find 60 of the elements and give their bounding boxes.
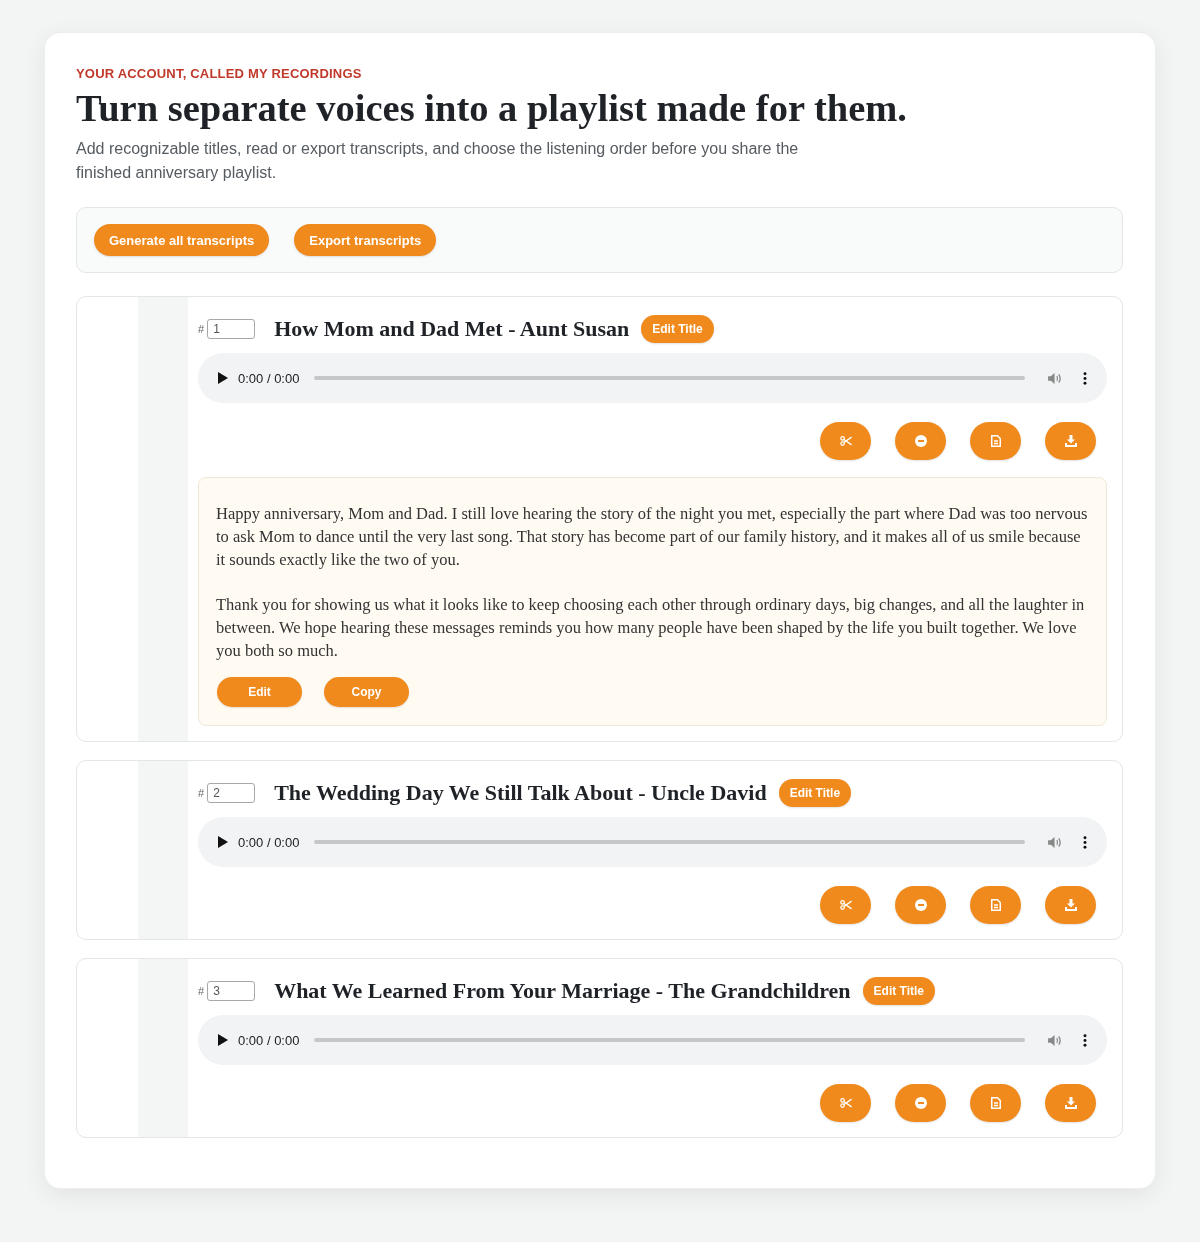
play-icon[interactable] xyxy=(218,372,228,384)
more-options-icon[interactable] xyxy=(1083,371,1087,385)
download-icon xyxy=(1064,435,1077,447)
remove-button[interactable] xyxy=(895,1084,946,1122)
scissors-icon xyxy=(839,1097,852,1109)
document-icon xyxy=(989,899,1002,911)
page-heading: Turn separate voices into a playlist made for them. xyxy=(76,87,908,129)
transcript-button[interactable] xyxy=(970,422,1021,460)
download-button[interactable] xyxy=(1045,422,1096,460)
remove-button[interactable] xyxy=(895,422,946,460)
trim-button[interactable] xyxy=(820,422,871,460)
seek-track[interactable] xyxy=(314,840,1025,844)
transcript-action-button[interactable]: Copy xyxy=(324,677,409,707)
trim-button[interactable] xyxy=(820,1084,871,1122)
more-options-icon[interactable] xyxy=(1083,835,1087,849)
recording-title: What We Learned From Your Marriage - The Grandchildren xyxy=(274,978,851,1004)
volume-icon[interactable] xyxy=(1048,371,1063,385)
download-icon xyxy=(1064,899,1077,911)
edit-title-button[interactable]: Edit Title xyxy=(778,779,852,807)
order-input[interactable]: 3 xyxy=(207,981,256,1001)
transcript-action-button[interactable]: Edit xyxy=(217,677,302,707)
toolbar-button[interactable]: Generate all transcripts xyxy=(94,224,270,256)
seek-track[interactable] xyxy=(314,376,1025,380)
download-icon xyxy=(1064,1097,1077,1109)
document-icon xyxy=(989,1097,1002,1109)
minus-circle-icon xyxy=(914,1097,927,1109)
download-button[interactable] xyxy=(1045,886,1096,924)
recording-title: The Wedding Day We Still Talk About - Uncle David xyxy=(274,780,767,806)
play-icon[interactable] xyxy=(218,1034,228,1046)
edit-title-button[interactable]: Edit Title xyxy=(862,977,936,1005)
download-button[interactable] xyxy=(1045,1084,1096,1122)
volume-icon[interactable] xyxy=(1048,1033,1063,1047)
more-options-icon[interactable] xyxy=(1083,1033,1087,1047)
order-prefix: # xyxy=(198,787,205,799)
transcript-paragraph: Happy anniversary, Mom and Dad. I still love hearing the story of the night you met, especially the part where Dad was too nervous to ask Mom to dance until the very last song. That story has become part of our family history, and it makes all of us smile because it sounds exactly like the two of you. xyxy=(216,503,1088,571)
time-label: 0:00 / 0:00 xyxy=(238,1032,300,1048)
time-label: 0:00 / 0:00 xyxy=(238,370,300,386)
document-icon xyxy=(989,435,1002,447)
scissors-icon xyxy=(839,899,852,911)
minus-circle-icon xyxy=(914,899,927,911)
intro-text: Add recognizable titles, read or export transcripts, and choose the listening order before you share the finished anniversary playlist. xyxy=(76,139,800,183)
order-input[interactable]: 2 xyxy=(207,783,256,803)
order-input[interactable]: 1 xyxy=(207,319,256,339)
scissors-icon xyxy=(839,435,852,447)
time-label: 0:00 / 0:00 xyxy=(238,834,300,850)
transcript-button[interactable] xyxy=(970,1084,1021,1122)
order-prefix: # xyxy=(198,323,205,335)
order-prefix: # xyxy=(198,985,205,997)
seek-track[interactable] xyxy=(314,1038,1025,1042)
volume-icon[interactable] xyxy=(1048,835,1063,849)
minus-circle-icon xyxy=(914,435,927,447)
transcript-paragraph: Thank you for showing us what it looks like to keep choosing each other through ordinary days, big changes, and all the laughter in between. We hope hearing these messages reminds you how many people have been shaped by the life you built together. We love you both so much. xyxy=(216,594,1086,662)
toolbar-button[interactable]: Export transcripts xyxy=(294,224,437,256)
trim-button[interactable] xyxy=(820,886,871,924)
eyebrow-label: YOUR ACCOUNT, CALLED MY RECORDINGS xyxy=(76,66,363,82)
play-icon[interactable] xyxy=(218,836,228,848)
remove-button[interactable] xyxy=(895,886,946,924)
edit-title-button[interactable]: Edit Title xyxy=(641,315,714,343)
transcript-button[interactable] xyxy=(970,886,1021,924)
recording-title: How Mom and Dad Met - Aunt Susan xyxy=(274,316,630,342)
